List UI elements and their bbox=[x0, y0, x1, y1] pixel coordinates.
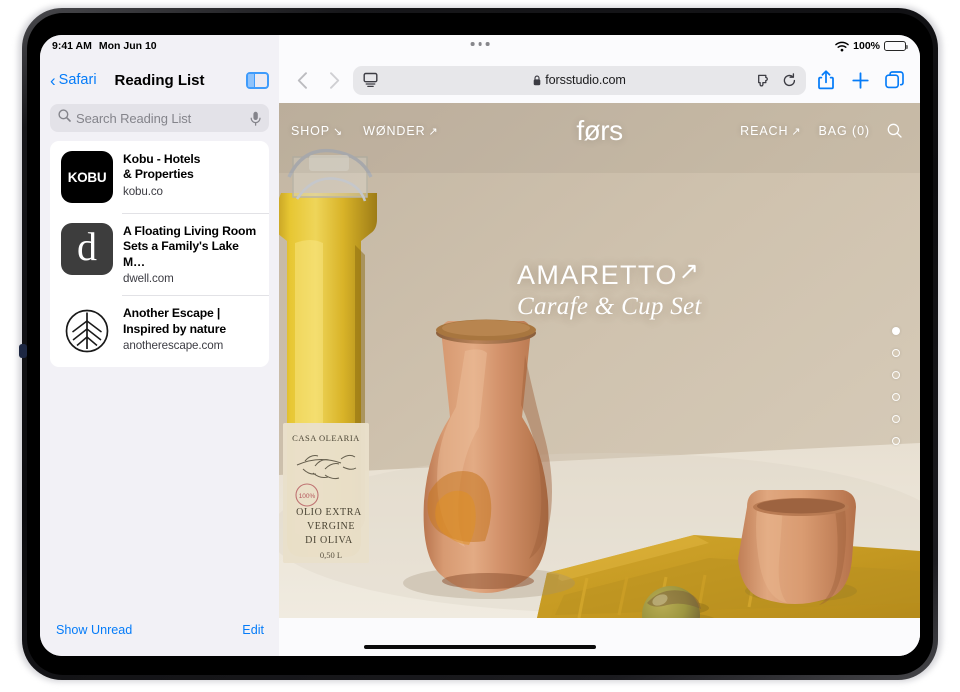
nav-arrow-down-right-icon: ↘ bbox=[333, 125, 344, 138]
nav-arrow-up-right-icon: ↗ bbox=[428, 125, 439, 138]
nav-link-wonder-label: WØNDER bbox=[363, 123, 426, 138]
nav-link-shop-label: SHOP bbox=[291, 123, 331, 138]
share-icon bbox=[818, 70, 834, 90]
device-screen: forsstudio.com CASA OLEARIA 100% OLIO EX… bbox=[40, 35, 920, 656]
site-search-button[interactable] bbox=[887, 123, 902, 138]
page-settings-button[interactable] bbox=[362, 72, 379, 88]
nav-link-reach-label: REACH bbox=[740, 123, 789, 138]
nav-link-wonder[interactable]: WØNDER ↗ bbox=[363, 124, 438, 138]
tab-overview-icon bbox=[884, 71, 904, 89]
carousel-dot-5[interactable] bbox=[892, 415, 900, 423]
carousel-dot-3[interactable] bbox=[892, 371, 900, 379]
carousel-dot-6[interactable] bbox=[892, 437, 900, 445]
chevron-left-icon: ‹ bbox=[50, 70, 56, 90]
sidebar-toggle-button[interactable] bbox=[246, 71, 269, 89]
list-item[interactable]: d A Floating Living Room Sets a Family's… bbox=[50, 213, 269, 295]
ipad-screenshot: forsstudio.com CASA OLEARIA 100% OLIO EX… bbox=[0, 0, 960, 692]
url-text: forsstudio.com bbox=[545, 73, 626, 87]
page-settings-aa-icon bbox=[363, 72, 378, 87]
reading-list: KOBU Kobu - Hotels & Properties kobu.co … bbox=[50, 141, 269, 368]
list-item-url: anotherescape.com bbox=[123, 339, 224, 353]
carousel-dots bbox=[892, 327, 900, 445]
back-button[interactable] bbox=[289, 67, 315, 93]
back-to-safari-label: Safari bbox=[58, 72, 97, 88]
search-icon bbox=[887, 123, 902, 138]
hero-product-photo: CASA OLEARIA 100% OLIO EXTRA VERGINE DI … bbox=[279, 103, 920, 618]
carousel-dot-1[interactable] bbox=[892, 327, 900, 335]
show-unread-button[interactable]: Show Unread bbox=[56, 623, 132, 637]
svg-text:VERGINE: VERGINE bbox=[307, 521, 355, 532]
reading-list-sidebar: ‹ Safari Reading List Search Reading Lis… bbox=[40, 35, 279, 656]
browser-pane: forsstudio.com CASA OLEARIA 100% OLIO EX… bbox=[279, 35, 920, 656]
carousel-dot-4[interactable] bbox=[892, 393, 900, 401]
kobu-favicon: KOBU bbox=[61, 151, 113, 203]
carousel-dot-2[interactable] bbox=[892, 349, 900, 357]
list-item-url: dwell.com bbox=[123, 272, 174, 286]
share-button[interactable] bbox=[812, 66, 840, 94]
address-bar[interactable]: forsstudio.com bbox=[353, 65, 806, 95]
home-indicator[interactable] bbox=[364, 644, 596, 649]
extensions-button[interactable] bbox=[756, 73, 773, 87]
puzzle-piece-icon bbox=[758, 74, 768, 87]
webpage-content: CASA OLEARIA 100% OLIO EXTRA VERGINE DI … bbox=[279, 103, 920, 618]
back-to-safari-button[interactable]: ‹ Safari bbox=[50, 72, 97, 89]
dwell-favicon: d bbox=[61, 223, 113, 275]
forward-button[interactable] bbox=[321, 67, 347, 93]
svg-text:CASA OLEARIA: CASA OLEARIA bbox=[292, 433, 360, 443]
edit-button[interactable]: Edit bbox=[242, 623, 264, 637]
reload-icon bbox=[783, 72, 796, 86]
browser-toolbar: forsstudio.com bbox=[279, 57, 920, 103]
url-display: forsstudio.com bbox=[353, 73, 806, 87]
list-item[interactable]: Another Escape | Inspired by nature anot… bbox=[50, 295, 269, 367]
sidebar-header: ‹ Safari Reading List bbox=[40, 57, 279, 103]
svg-text:DI OLIVA: DI OLIVA bbox=[305, 535, 353, 546]
dictation-button[interactable] bbox=[250, 111, 261, 126]
magnifier-icon bbox=[58, 109, 71, 127]
nav-arrow-up-right-icon-2: ↗ bbox=[791, 125, 802, 138]
list-item-title: Another Escape | Inspired by nature bbox=[123, 306, 226, 336]
microphone-icon bbox=[250, 111, 261, 126]
nav-link-shop[interactable]: SHOP ↘ bbox=[291, 124, 343, 138]
sidebar-footer: Show Unread Edit bbox=[40, 610, 279, 656]
new-tab-button[interactable] bbox=[846, 66, 874, 94]
list-item-title: Kobu - Hotels & Properties bbox=[123, 152, 201, 182]
search-placeholder: Search Reading List bbox=[76, 110, 192, 126]
svg-text:100%: 100% bbox=[299, 493, 316, 500]
dwell-favicon-label: d bbox=[77, 224, 97, 269]
kobu-favicon-label: KOBU bbox=[67, 169, 107, 185]
bezel-marker bbox=[19, 344, 27, 358]
list-item-title: A Floating Living Room Sets a Family's L… bbox=[123, 224, 257, 269]
search-wrapper: Search Reading List bbox=[40, 103, 279, 141]
anotherescape-leaf-favicon bbox=[61, 305, 113, 358]
svg-text:0,50 L: 0,50 L bbox=[320, 550, 342, 560]
list-item-url: kobu.co bbox=[123, 184, 163, 198]
site-navigation: SHOP ↘ WØNDER ↗ førs REACH ↗ BAG (0) bbox=[279, 103, 920, 158]
site-logo[interactable]: førs bbox=[576, 115, 623, 147]
multitask-dots-icon[interactable] bbox=[470, 42, 490, 46]
page-bottom-fill bbox=[279, 618, 920, 656]
search-input[interactable]: Search Reading List bbox=[50, 104, 269, 132]
reload-button[interactable] bbox=[782, 72, 797, 88]
lock-icon bbox=[533, 75, 541, 85]
plus-icon bbox=[851, 71, 869, 89]
nav-link-bag[interactable]: BAG (0) bbox=[819, 124, 870, 138]
nav-link-reach[interactable]: REACH ↗ bbox=[740, 124, 801, 138]
tab-overview-button[interactable] bbox=[880, 66, 908, 94]
list-item[interactable]: KOBU Kobu - Hotels & Properties kobu.co bbox=[50, 141, 269, 213]
svg-text:OLIO EXTRA: OLIO EXTRA bbox=[296, 507, 362, 518]
